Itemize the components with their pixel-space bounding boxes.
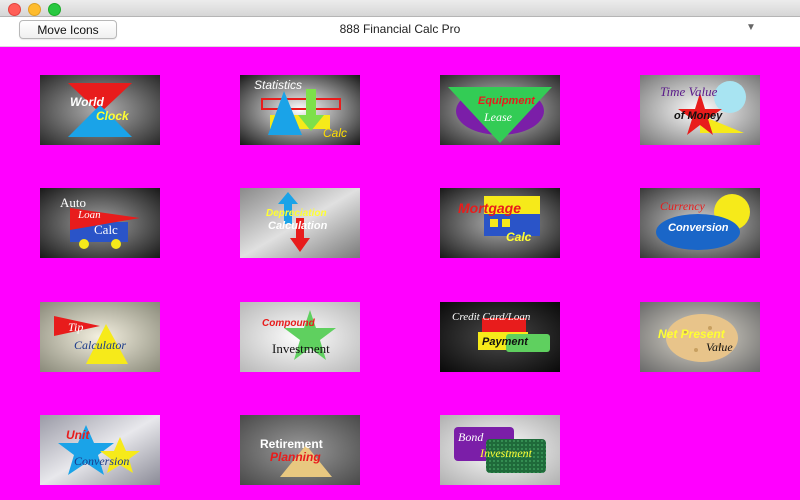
tile-compound-investment[interactable]: Compound Investment xyxy=(240,302,360,372)
compound-investment-graphic xyxy=(240,302,360,372)
time-value-graphic xyxy=(640,75,760,145)
bond-investment-graphic xyxy=(440,415,560,485)
tile-unit-conversion[interactable]: Unit Conversion xyxy=(40,415,160,485)
credit-card-graphic xyxy=(440,302,560,372)
tile-net-present-value[interactable]: Net Present Value xyxy=(640,302,760,372)
mortgage-graphic xyxy=(440,188,560,258)
auto-loan-graphic xyxy=(40,188,160,258)
depreciation-graphic xyxy=(240,188,360,258)
tile-equipment-lease[interactable]: Equipment Lease xyxy=(440,75,560,145)
tile-retirement-planning[interactable]: Retirement Planning xyxy=(240,415,360,485)
close-window-button[interactable] xyxy=(8,3,21,16)
zoom-window-button[interactable] xyxy=(48,3,61,16)
tile-time-value-money[interactable]: Time Value of Money xyxy=(640,75,760,145)
triangle-down-icon[interactable]: ▼ xyxy=(746,22,756,33)
tile-bond-investment[interactable]: Bond Investment xyxy=(440,415,560,485)
tile-world-clock[interactable]: World Clock xyxy=(40,75,160,145)
minimize-window-button[interactable] xyxy=(28,3,41,16)
tile-mortgage-calc[interactable]: Mortgage Calc xyxy=(440,188,560,258)
currency-graphic xyxy=(640,188,760,258)
world-clock-graphic xyxy=(40,75,160,145)
tile-statistics-calc[interactable]: Statistics Calc xyxy=(240,75,360,145)
statistics-graphic xyxy=(240,75,360,145)
tile-credit-card-loan-payment[interactable]: Credit Card/Loan Payment xyxy=(440,302,560,372)
net-present-value-graphic xyxy=(640,302,760,372)
window-titlebar xyxy=(0,0,800,17)
equipment-lease-graphic xyxy=(440,75,560,145)
tile-depreciation-calculation[interactable]: Depreciation Calculation xyxy=(240,188,360,258)
toolbar: Move Icons 888 Financial Calc Pro ▼ xyxy=(0,17,800,47)
tip-calculator-graphic xyxy=(40,302,160,372)
tile-auto-loan-calc[interactable]: Auto Loan Calc xyxy=(40,188,160,258)
retirement-planning-graphic xyxy=(240,415,360,485)
tile-tip-calculator[interactable]: Tip Calculator xyxy=(40,302,160,372)
app-title: 888 Financial Calc Pro xyxy=(339,22,461,36)
tile-currency-conversion[interactable]: Currency Conversion xyxy=(640,188,760,258)
unit-conversion-graphic xyxy=(40,415,160,485)
